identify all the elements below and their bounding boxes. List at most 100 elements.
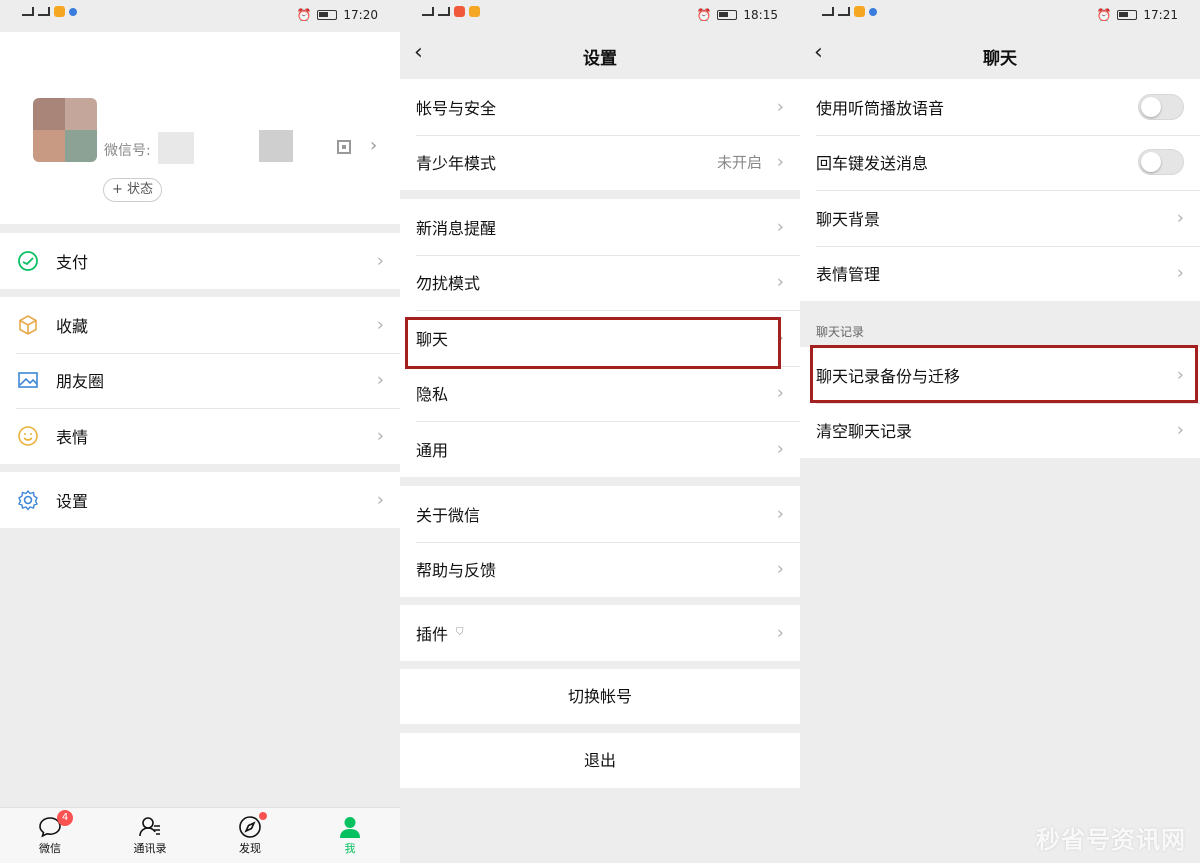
setting-plugins[interactable]: 插件 ⛉ › (400, 605, 800, 661)
chevron-right-icon: › (1176, 207, 1184, 229)
tab-me[interactable]: 我 (300, 808, 400, 863)
menu-pay[interactable]: 支付 › (0, 233, 400, 289)
page-title: 设置 (583, 49, 617, 69)
setting-clear-history[interactable]: 清空聊天记录 › (800, 402, 1200, 459)
setting-privacy-label: 隐私 (416, 385, 449, 405)
battery-icon (717, 10, 738, 20)
setting-chat-background-label: 聊天背景 (816, 209, 881, 229)
menu-favorites-label: 收藏 (56, 316, 89, 336)
settings-group-main: 新消息提醒 › 勿扰模式 › 聊天 › 隐私 › 通用 › (400, 199, 800, 477)
setting-account-security-label: 帐号与安全 (416, 98, 497, 118)
setting-chat[interactable]: 聊天 › (400, 310, 800, 366)
blurred-id (158, 132, 194, 164)
setting-privacy[interactable]: 隐私 › (400, 365, 800, 422)
pay-group: 支付 › (0, 233, 400, 289)
chevron-right-icon: › (376, 489, 384, 511)
menu-moments[interactable]: 朋友圈 › (0, 352, 400, 409)
alarm-icon: ⏰ (1096, 8, 1112, 22)
profile-header[interactable]: 微信号: › + 状态 (0, 32, 400, 224)
settings-group-about: 关于微信 › 帮助与反馈 › (400, 486, 800, 597)
avatar[interactable] (33, 98, 97, 162)
add-status-button[interactable]: + 状态 (103, 178, 163, 202)
nav-bar: ‹ 设置 (400, 32, 800, 78)
chevron-right-icon: › (776, 96, 784, 118)
setting-general-label: 通用 (416, 440, 449, 460)
setting-enter-send-label: 回车键发送消息 (816, 154, 929, 174)
watermark: 秒省号资讯网 (1036, 826, 1186, 854)
enter-send-toggle[interactable] (1138, 149, 1184, 176)
chevron-right-icon: › (1176, 419, 1184, 441)
menu-settings-label: 设置 (56, 491, 89, 511)
setting-about-label: 关于微信 (416, 505, 481, 525)
setting-teen-mode[interactable]: 青少年模式 未开启 › (400, 134, 800, 191)
menu-moments-label: 朋友圈 (56, 372, 105, 392)
qr-code-icon[interactable] (337, 140, 351, 154)
setting-plugins-label: 插件 (416, 624, 449, 644)
nav-bar: ‹ 聊天 (800, 32, 1200, 78)
chevron-right-icon: › (776, 271, 784, 293)
alarm-icon: ⏰ (296, 8, 312, 22)
teen-mode-status: 未开启 (716, 153, 762, 172)
chevron-right-icon: › (776, 558, 784, 580)
battery-icon (1117, 10, 1138, 20)
tab-bar: 4 微信 通讯录 发现 我 (0, 807, 400, 863)
menu-favorites[interactable]: 收藏 › (0, 297, 400, 353)
tab-discover-label: 发现 (239, 842, 261, 855)
chevron-right-icon: › (1176, 262, 1184, 284)
earpiece-toggle[interactable] (1138, 93, 1184, 120)
pay-icon (16, 249, 40, 273)
setting-help-label: 帮助与反馈 (416, 561, 497, 581)
clock: 17:21 (1143, 8, 1178, 22)
page-title: 聊天 (983, 49, 1017, 69)
settings-group: 设置 › (0, 472, 400, 528)
unread-badge: 4 (57, 810, 73, 826)
setting-general[interactable]: 通用 › (400, 421, 800, 477)
features-group: 收藏 › 朋友圈 › 表情 › (0, 297, 400, 464)
logout-button[interactable]: 退出 (400, 733, 800, 788)
alarm-icon: ⏰ (696, 8, 712, 22)
setting-new-message-label: 新消息提醒 (416, 218, 497, 238)
switch-account-button[interactable]: 切换帐号 (400, 669, 800, 724)
new-dot (259, 812, 267, 820)
settings-group-account: 帐号与安全 › 青少年模式 未开启 › (400, 79, 800, 190)
me-screen: ⏰ 17:20 微信号: › + 状态 支付 › 收藏 › 朋友圈 › 表情 ›… (0, 0, 400, 863)
settings-screen: ⏰ 18:15 ‹ 设置 帐号与安全 › 青少年模式 未开启 › 新消息提醒 › … (400, 0, 800, 863)
setting-backup-migrate[interactable]: 聊天记录备份与迁移 › (800, 347, 1200, 403)
chevron-right-icon: › (370, 135, 378, 156)
setting-chat-background[interactable]: 聊天背景 › (800, 190, 1200, 246)
setting-new-message[interactable]: 新消息提醒 › (400, 199, 800, 255)
setting-do-not-disturb-label: 勿扰模式 (416, 274, 481, 294)
favorites-cube-icon (16, 313, 40, 337)
chevron-right-icon: › (776, 151, 784, 173)
menu-stickers-label: 表情 (56, 427, 89, 447)
wechat-id-label: 微信号: (104, 143, 151, 159)
smiley-icon (16, 424, 40, 448)
setting-do-not-disturb[interactable]: 勿扰模式 › (400, 254, 800, 311)
clock: 17:20 (343, 8, 378, 22)
contacts-icon (137, 814, 163, 840)
battery-icon (317, 10, 338, 20)
chevron-right-icon: › (776, 622, 784, 644)
chevron-right-icon: › (776, 216, 784, 238)
menu-settings[interactable]: 设置 › (0, 472, 400, 528)
shield-icon: ⛉ (456, 627, 464, 639)
setting-about[interactable]: 关于微信 › (400, 486, 800, 542)
chat-history-group: 聊天记录备份与迁移 › 清空聊天记录 › (800, 347, 1200, 458)
setting-sticker-manage[interactable]: 表情管理 › (800, 245, 1200, 302)
chevron-right-icon: › (776, 503, 784, 525)
section-chat-history: 聊天记录 (816, 325, 865, 339)
menu-stickers[interactable]: 表情 › (0, 408, 400, 464)
setting-sticker-manage-label: 表情管理 (816, 265, 881, 285)
settings-group-plugins: 插件 ⛉ › (400, 605, 800, 661)
chevron-right-icon: › (776, 382, 784, 404)
tab-me-label: 我 (344, 842, 356, 855)
setting-help[interactable]: 帮助与反馈 › (400, 541, 800, 598)
clock: 18:15 (743, 8, 778, 22)
setting-account-security[interactable]: 帐号与安全 › (400, 79, 800, 135)
status-bar: ⏰ 17:21 (800, 0, 1200, 32)
moments-image-icon (16, 368, 40, 392)
tab-contacts[interactable]: 通讯录 (100, 808, 200, 863)
tab-discover[interactable]: 发现 (200, 808, 300, 863)
tab-chats[interactable]: 4 微信 (0, 808, 100, 863)
chat-settings-group: 使用听筒播放语音 回车键发送消息 聊天背景 › 表情管理 › (800, 79, 1200, 301)
